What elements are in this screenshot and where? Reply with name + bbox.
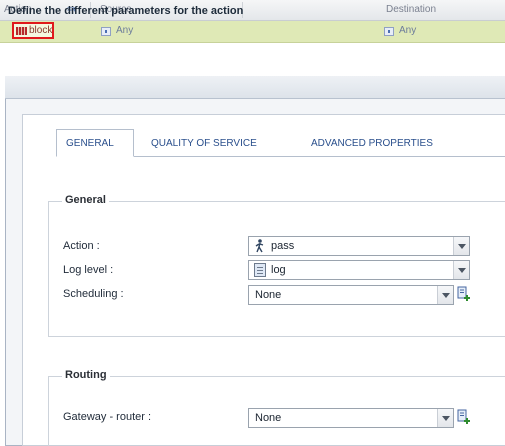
- log-level-label: Log level :: [63, 264, 114, 276]
- general-legend: General: [62, 194, 109, 206]
- scheduling-label: Scheduling :: [63, 288, 124, 300]
- pass-icon: [255, 239, 264, 253]
- column-header-destination[interactable]: Destination: [386, 4, 436, 15]
- routing-legend: Routing: [62, 369, 110, 381]
- source-cell-value[interactable]: Any: [116, 25, 133, 36]
- log-level-select-value: log: [271, 264, 286, 276]
- action-cell-value: block: [29, 25, 53, 36]
- action-select-value: pass: [271, 240, 295, 252]
- rule-row[interactable]: [0, 21, 505, 43]
- dialog-title: Define the different parameters for the …: [8, 5, 244, 17]
- log-level-select[interactable]: log: [248, 260, 470, 280]
- block-icon: [16, 27, 27, 35]
- chevron-down-icon[interactable]: [437, 409, 453, 427]
- tab-advanced-properties[interactable]: ADVANCED PROPERTIES: [311, 138, 433, 164]
- gateway-router-label: Gateway - router :: [63, 411, 152, 423]
- chevron-down-icon[interactable]: [437, 286, 453, 304]
- chevron-down-icon[interactable]: [453, 261, 469, 279]
- action-cell-selected[interactable]: block: [12, 22, 54, 39]
- destination-cell-value[interactable]: Any: [399, 25, 416, 36]
- any-object-icon: [384, 27, 394, 36]
- add-object-icon[interactable]: [457, 409, 471, 425]
- tab-general-label[interactable]: GENERAL: [66, 138, 114, 164]
- log-document-icon: [254, 263, 266, 277]
- action-label: Action :: [63, 240, 100, 252]
- gateway-router-select-value: None: [255, 412, 282, 424]
- scheduling-select[interactable]: None: [248, 285, 454, 305]
- action-select[interactable]: pass: [248, 236, 470, 256]
- add-object-icon[interactable]: [457, 286, 471, 302]
- any-object-icon: [101, 27, 111, 36]
- scheduling-select-value: None: [255, 289, 282, 301]
- gateway-router-select[interactable]: None: [248, 408, 454, 428]
- chevron-down-icon[interactable]: [453, 237, 469, 255]
- tab-quality-of-service[interactable]: QUALITY OF SERVICE: [151, 138, 257, 164]
- dialog-title-bar: [5, 76, 505, 99]
